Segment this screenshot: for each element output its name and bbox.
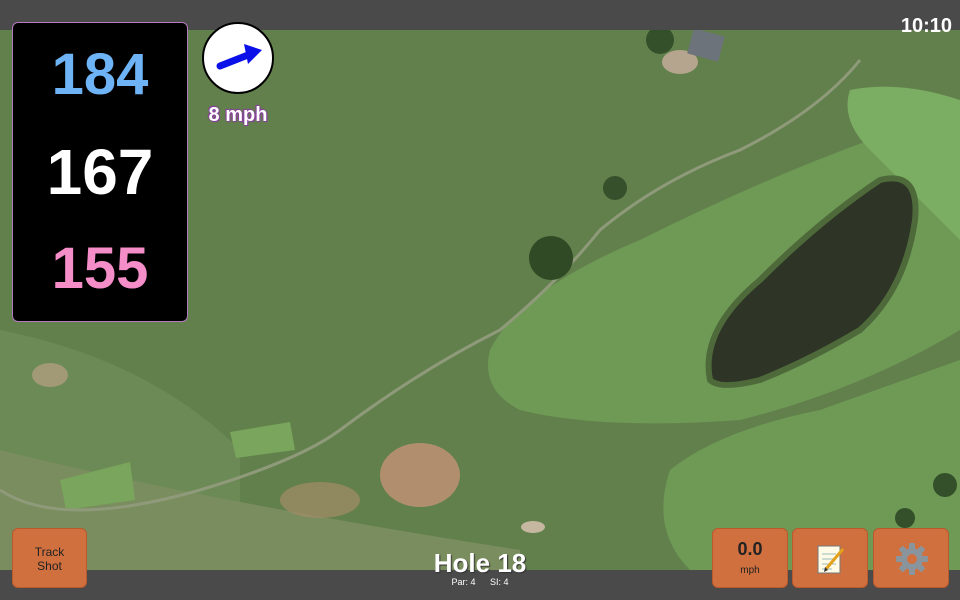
notepad-icon xyxy=(817,545,845,574)
front-distance: 155 xyxy=(51,236,149,301)
speed-unit: mph xyxy=(740,565,760,576)
clock: 10:10 xyxy=(900,15,952,37)
track-shot-label-line2: Shot xyxy=(37,559,62,573)
track-shot-button[interactable]: Track Shot xyxy=(12,528,87,588)
settings-button[interactable] xyxy=(873,528,949,588)
speed-button[interactable]: 0.0 mph xyxy=(712,528,788,588)
hole-info: Par: 4 SI: 4 xyxy=(380,577,580,587)
arrow-icon xyxy=(216,44,262,70)
hole-stroke-index: SI: 4 xyxy=(490,577,509,587)
track-shot-label-line1: Track xyxy=(34,545,65,559)
gear-icon xyxy=(896,543,928,575)
speed-value: 0.0 xyxy=(737,539,763,559)
distance-panel: 184 167 155 xyxy=(12,22,188,322)
wind-direction-dial xyxy=(202,22,274,94)
hole-par: Par: 4 xyxy=(451,577,476,587)
notes-button[interactable] xyxy=(792,528,868,588)
hole-title: Hole 18 xyxy=(433,548,527,578)
wind-speed: 8 mph xyxy=(208,104,268,126)
back-distance: 184 xyxy=(51,42,149,107)
middle-distance: 167 xyxy=(46,136,154,208)
